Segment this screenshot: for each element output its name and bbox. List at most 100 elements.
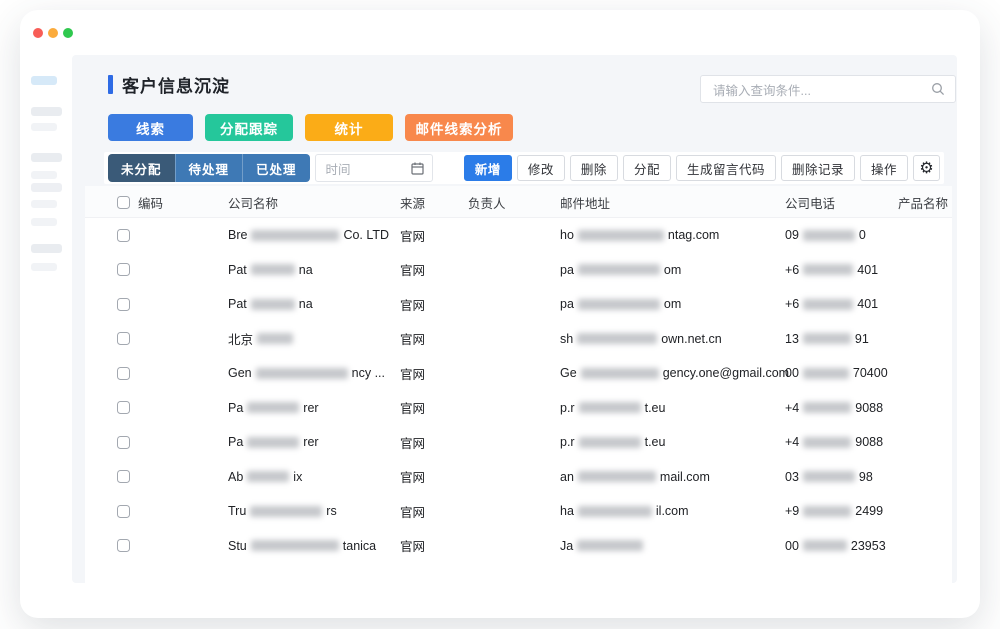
- cell-email: p.rt.eu: [560, 425, 665, 460]
- nav-button-assign-track[interactable]: 分配跟踪: [205, 114, 293, 141]
- search-placeholder: 请输入查询条件...: [713, 80, 931, 99]
- sidebar-item[interactable]: [31, 263, 57, 271]
- row-checkbox[interactable]: [117, 229, 130, 242]
- toolbar: 未分配 待处理 已处理 时间 新增 修改 删除 分配 生成留言代码 删除记录: [104, 152, 944, 184]
- nav-button-row: 线索 分配跟踪 统计 邮件线索分析: [108, 114, 513, 141]
- sidebar-item[interactable]: [31, 244, 62, 253]
- settings-button[interactable]: ⚙: [913, 155, 940, 181]
- cell-phone: +6401: [785, 253, 878, 288]
- redacted-text: [803, 299, 853, 310]
- minimize-window-icon[interactable]: [48, 28, 58, 38]
- table-row[interactable]: 北京 官网 shown.net.cn 1391: [85, 322, 952, 357]
- table-row[interactable]: Stutanica 官网 Ja 0023953: [85, 529, 952, 564]
- redacted-text: [579, 437, 641, 448]
- cell-company-name: Stutanica: [228, 529, 376, 564]
- redacted-text: [578, 299, 660, 310]
- table-row[interactable]: Genncy ... 官网 Gegency.one@gmail.com 0070…: [85, 356, 952, 391]
- row-checkbox[interactable]: [117, 332, 130, 345]
- sidebar-item[interactable]: [31, 107, 62, 116]
- calendar-icon[interactable]: [411, 162, 424, 175]
- table-row[interactable]: Trurs 官网 hail.com +92499: [85, 494, 952, 529]
- sidebar-item[interactable]: [31, 123, 57, 131]
- sidebar-item[interactable]: [31, 218, 57, 226]
- redacted-text: [578, 264, 660, 275]
- toolbar-actions: 新增 修改 删除 分配 生成留言代码 删除记录 操作 ⚙: [464, 155, 940, 181]
- redacted-text: [251, 264, 295, 275]
- cell-company-name: Patna: [228, 253, 313, 288]
- tab-pending[interactable]: 待处理: [175, 154, 243, 182]
- zoom-window-icon[interactable]: [63, 28, 73, 38]
- row-checkbox[interactable]: [117, 298, 130, 311]
- row-checkbox[interactable]: [117, 263, 130, 276]
- operation-button[interactable]: 操作: [860, 155, 908, 181]
- assign-button[interactable]: 分配: [623, 155, 671, 181]
- sidebar-item[interactable]: [31, 200, 57, 208]
- modify-button[interactable]: 修改: [517, 155, 565, 181]
- redacted-text: [803, 368, 849, 379]
- redacted-text: [251, 299, 295, 310]
- header-product-name: 产品名称: [898, 186, 948, 218]
- nav-button-leads[interactable]: 线索: [108, 114, 193, 141]
- cell-phone: 0023953: [785, 529, 886, 564]
- table-row[interactable]: Parer 官网 p.rt.eu +49088: [85, 391, 952, 426]
- cell-company-name: Genncy ...: [228, 356, 385, 391]
- redacted-text: [247, 471, 289, 482]
- redacted-text: [577, 333, 657, 344]
- row-checkbox[interactable]: [117, 539, 130, 552]
- redacted-text: [247, 437, 299, 448]
- redacted-text: [578, 230, 664, 241]
- redacted-text: [577, 540, 643, 551]
- date-placeholder: 时间: [326, 159, 411, 178]
- row-checkbox[interactable]: [117, 436, 130, 449]
- redacted-text: [803, 506, 851, 517]
- table-row[interactable]: Patna 官网 paom +6401: [85, 287, 952, 322]
- tab-unassigned[interactable]: 未分配: [108, 154, 175, 182]
- cell-company-name: 北京: [228, 322, 297, 357]
- sidebar-item[interactable]: [31, 171, 57, 179]
- cell-phone: +92499: [785, 494, 883, 529]
- cell-source: 官网: [400, 460, 425, 495]
- redacted-text: [803, 540, 847, 551]
- tab-processed[interactable]: 已处理: [242, 154, 310, 182]
- date-filter-input[interactable]: 时间: [315, 154, 433, 182]
- redacted-text: [578, 471, 656, 482]
- row-checkbox[interactable]: [117, 367, 130, 380]
- search-input[interactable]: 请输入查询条件...: [700, 75, 956, 103]
- cell-phone: +6401: [785, 287, 878, 322]
- gear-icon: ⚙: [919, 160, 933, 176]
- cell-email: hontag.com: [560, 218, 719, 253]
- add-button[interactable]: 新增: [464, 155, 512, 181]
- close-window-icon[interactable]: [33, 28, 43, 38]
- sidebar-item[interactable]: [31, 183, 62, 192]
- redacted-text: [581, 368, 659, 379]
- row-checkbox[interactable]: [117, 470, 130, 483]
- nav-button-statistics[interactable]: 统计: [305, 114, 393, 141]
- sidebar-item[interactable]: [31, 153, 62, 162]
- delete-record-button[interactable]: 删除记录: [781, 155, 855, 181]
- search-icon[interactable]: [931, 82, 945, 96]
- row-checkbox[interactable]: [117, 401, 130, 414]
- page-title-block: 客户信息沉淀: [108, 72, 230, 97]
- table-row[interactable]: Patna 官网 paom +6401: [85, 253, 952, 288]
- cell-company-name: Trurs: [228, 494, 337, 529]
- redacted-text: [250, 506, 322, 517]
- sidebar-item-active[interactable]: [31, 76, 57, 85]
- redacted-text: [247, 402, 299, 413]
- header-email: 邮件地址: [560, 186, 610, 218]
- select-all-checkbox[interactable]: [117, 196, 130, 209]
- cell-email: shown.net.cn: [560, 322, 722, 357]
- cell-source: 官网: [400, 287, 425, 322]
- table-row[interactable]: Parer 官网 p.rt.eu +49088: [85, 425, 952, 460]
- table-row[interactable]: Abix 官网 anmail.com 0398: [85, 460, 952, 495]
- table-header-row: 编码 公司名称 来源 负责人 邮件地址 公司电话 产品名称: [85, 186, 952, 218]
- delete-button[interactable]: 删除: [570, 155, 618, 181]
- cell-phone: 1391: [785, 322, 869, 357]
- cell-company-name: Abix: [228, 460, 302, 495]
- table-row[interactable]: Bre Co. LTD 官网 hontag.com 090: [85, 218, 952, 253]
- customer-table: 编码 公司名称 来源 负责人 邮件地址 公司电话 产品名称 Bre Co. LT…: [85, 186, 952, 583]
- nav-button-email-lead-analysis[interactable]: 邮件线索分析: [405, 114, 513, 141]
- cell-source: 官网: [400, 356, 425, 391]
- row-checkbox[interactable]: [117, 505, 130, 518]
- redacted-text: [803, 471, 855, 482]
- generate-message-code-button[interactable]: 生成留言代码: [676, 155, 776, 181]
